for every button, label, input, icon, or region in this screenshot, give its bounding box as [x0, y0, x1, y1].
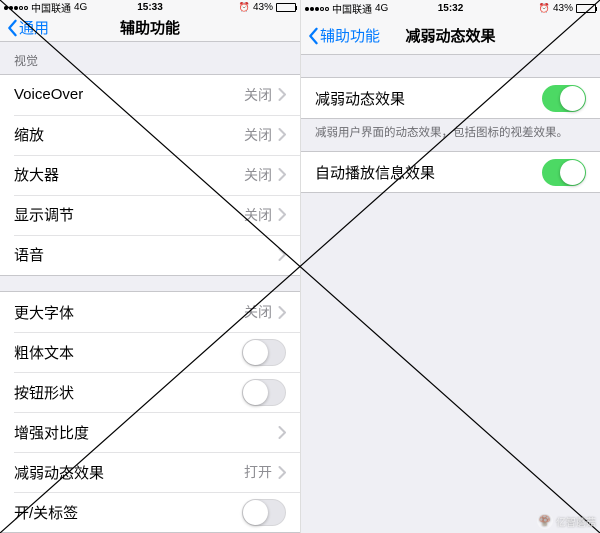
chevron-right-icon	[278, 426, 286, 439]
status-bar: 中国联通 4G 15:32 43%	[301, 0, 600, 17]
table-row: 减弱动态效果	[301, 78, 600, 118]
toggle-switch[interactable]	[542, 159, 586, 186]
battery-icon	[276, 3, 296, 12]
row-value: 关闭	[244, 302, 272, 322]
toggle-switch[interactable]	[242, 499, 286, 526]
toggle-switch[interactable]	[242, 379, 286, 406]
row-label: 自动播放信息效果	[315, 162, 542, 183]
chevron-right-icon	[278, 306, 286, 319]
clock-label: 15:33	[0, 2, 300, 13]
table-row[interactable]: 显示调节关闭	[0, 195, 300, 235]
row-label: VoiceOver	[14, 86, 244, 103]
page-title: 减弱动态效果	[301, 25, 600, 46]
row-label: 按钮形状	[14, 382, 242, 403]
toggle-switch[interactable]	[542, 85, 586, 112]
list-vision: VoiceOver关闭缩放关闭放大器关闭显示调节关闭语音	[0, 74, 300, 276]
list-autoplay: 自动播放信息效果	[301, 151, 600, 193]
row-value: 关闭	[244, 205, 272, 225]
nav-bar: 通用 辅助功能	[0, 15, 300, 42]
section-header-vision: 视觉	[0, 42, 300, 74]
row-label: 缩放	[14, 124, 244, 145]
clock-label: 15:32	[301, 3, 600, 14]
screen-accessibility: 中国联通 4G 15:33 43% 通用 辅助功能 视觉 VoiceOver关闭…	[0, 0, 300, 533]
table-row[interactable]: 减弱动态效果打开	[0, 452, 300, 492]
screen-reduce-motion: 中国联通 4G 15:32 43% 辅助功能 减弱动态效果 减弱动态效果 减弱用…	[300, 0, 600, 533]
row-label: 更大字体	[14, 302, 244, 323]
chevron-right-icon	[278, 248, 286, 261]
table-row[interactable]: VoiceOver关闭	[0, 75, 300, 115]
page-title: 辅助功能	[0, 17, 300, 38]
watermark: 🍄 亿智蘑菇	[537, 513, 596, 529]
row-value: 关闭	[244, 85, 272, 105]
chevron-right-icon	[278, 128, 286, 141]
row-value: 关闭	[244, 165, 272, 185]
table-row: 开/关标签	[0, 492, 300, 532]
battery-icon	[576, 4, 596, 13]
list-text: 更大字体关闭粗体文本按钮形状增强对比度减弱动态效果打开开/关标签	[0, 291, 300, 533]
row-label: 粗体文本	[14, 342, 242, 363]
status-bar: 中国联通 4G 15:33 43%	[0, 0, 300, 15]
watermark-text: 亿智蘑菇	[556, 514, 596, 529]
table-row[interactable]: 语音	[0, 235, 300, 275]
table-row[interactable]: 放大器关闭	[0, 155, 300, 195]
chevron-right-icon	[278, 466, 286, 479]
row-value: 打开	[244, 462, 272, 482]
row-value: 关闭	[244, 125, 272, 145]
row-label: 减弱动态效果	[14, 462, 244, 483]
table-row: 自动播放信息效果	[301, 152, 600, 192]
list-reduce-motion: 减弱动态效果	[301, 77, 600, 119]
nav-bar: 辅助功能 减弱动态效果	[301, 17, 600, 55]
chevron-right-icon	[278, 168, 286, 181]
row-label: 显示调节	[14, 204, 244, 225]
row-label: 放大器	[14, 164, 244, 185]
row-label: 开/关标签	[14, 502, 242, 523]
table-row[interactable]: 更大字体关闭	[0, 292, 300, 332]
table-row: 按钮形状	[0, 372, 300, 412]
mushroom-icon: 🍄	[537, 513, 553, 529]
row-label: 增强对比度	[14, 422, 278, 443]
table-row[interactable]: 增强对比度	[0, 412, 300, 452]
table-row: 粗体文本	[0, 332, 300, 372]
chevron-right-icon	[278, 88, 286, 101]
row-label: 语音	[14, 244, 278, 265]
section-footer: 减弱用户界面的动态效果，包括图标的视差效果。	[301, 119, 600, 151]
table-row[interactable]: 缩放关闭	[0, 115, 300, 155]
toggle-switch[interactable]	[242, 339, 286, 366]
chevron-right-icon	[278, 208, 286, 221]
row-label: 减弱动态效果	[315, 88, 542, 109]
